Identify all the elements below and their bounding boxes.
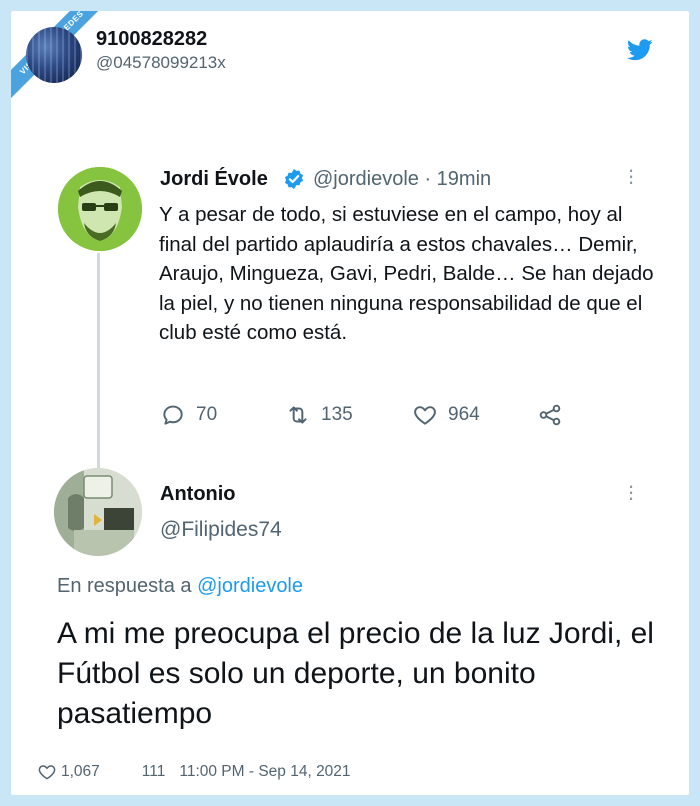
reply-action[interactable]: 70	[160, 402, 217, 428]
author-name[interactable]: 9100828282	[96, 28, 207, 51]
quoted-author-name[interactable]: Jordi Évole	[160, 168, 268, 191]
more-options-icon[interactable]: · · ·	[626, 475, 636, 509]
footer-timestamp[interactable]: 11:00 PM - Sep 14, 2021	[179, 763, 350, 781]
jordi-avatar-illustration	[58, 167, 142, 251]
reply-count: 70	[196, 404, 218, 425]
more-options-icon[interactable]: · · ·	[626, 159, 636, 193]
tweet-footer: 1,067 111 11:00 PM - Sep 14, 2021	[37, 762, 351, 782]
heart-outline-icon[interactable]	[37, 762, 57, 782]
twitter-bird-icon[interactable]	[627, 39, 653, 61]
reply-author-handle[interactable]: @Filipides74	[160, 518, 282, 542]
jordi-avatar[interactable]	[58, 167, 142, 251]
like-action[interactable]: 964	[412, 402, 480, 428]
thread-connector-line	[97, 253, 100, 468]
antonio-avatar[interactable]	[54, 468, 142, 556]
author-avatar[interactable]	[26, 27, 82, 83]
share-icon	[539, 404, 561, 426]
like-icon	[414, 406, 436, 425]
retweet-icon	[289, 406, 307, 424]
author-handle[interactable]: @04578099213x	[96, 53, 226, 73]
retweet-action[interactable]: 135	[285, 402, 353, 428]
quoted-author-handle-time[interactable]: @jordievole · 19min	[313, 168, 491, 191]
footer-comment-count: 111	[141, 763, 166, 780]
reply-author-name[interactable]: Antonio	[160, 483, 236, 506]
share-action[interactable]	[537, 402, 563, 428]
in-reply-to: En respuesta a @jordievole	[57, 575, 303, 598]
antonio-avatar-illustration	[54, 468, 142, 556]
footer-like-count: 1,067	[61, 763, 100, 780]
in-reply-to-link[interactable]: @jordievole	[197, 575, 303, 597]
like-count: 964	[448, 404, 480, 425]
verified-badge-icon	[284, 168, 304, 190]
in-reply-to-label: En respuesta a	[57, 575, 198, 597]
quoted-tweet-text: Y a pesar de todo, si estuviese en el ca…	[159, 203, 654, 344]
reply-tweet-text: A mi me preocupa el precio de la luz Jor…	[57, 617, 654, 730]
reply-icon	[163, 405, 183, 425]
retweet-count: 135	[321, 404, 353, 425]
